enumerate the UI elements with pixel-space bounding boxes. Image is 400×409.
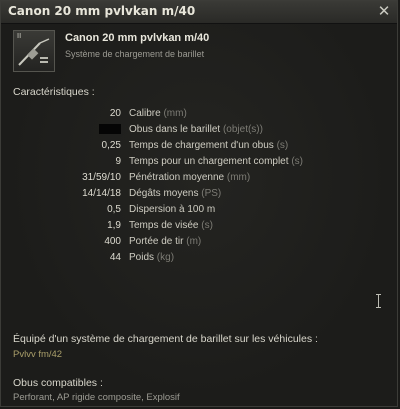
stat-label: Poids (kg) xyxy=(129,252,175,263)
stat-label: Dispersion à 100 m xyxy=(129,204,216,215)
stat-value: 400 xyxy=(104,236,121,247)
stat-row-damage: 14/14/18 Dégâts moyens (PS) xyxy=(1,188,397,204)
stat-row-calibre: 20 Calibre (mm) xyxy=(1,108,397,124)
stat-value: 0,25 xyxy=(101,140,121,151)
stat-value: 44 xyxy=(109,252,121,263)
redacted-value xyxy=(99,124,121,135)
stat-label: Temps de chargement d'un obus (s) xyxy=(129,140,289,151)
window-title: Canon 20 mm pvlvkan m/40 xyxy=(8,4,196,18)
title-bar[interactable]: Canon 20 mm pvlvkan m/40 ✕ xyxy=(1,1,397,24)
stat-row-aim-time: 1,9 Temps de visée (s) xyxy=(1,220,397,236)
stat-label: Obus dans le barillet (objet(s)) xyxy=(129,124,263,135)
vehicles-heading: Équipé d'un système de chargement de bar… xyxy=(13,333,318,345)
compatible-ammo-list: Perforant, AP rigide composite, Explosif xyxy=(13,392,180,403)
stat-label: Pénétration moyenne (mm) xyxy=(129,172,251,183)
gun-icon-graphic xyxy=(18,38,50,66)
stat-value: 1,9 xyxy=(107,220,121,231)
stat-row-dispersion: 0,5 Dispersion à 100 m xyxy=(1,204,397,220)
text-cursor-icon xyxy=(376,294,381,308)
module-tooltip-window: Canon 20 mm pvlvkan m/40 ✕ II Canon 20 m… xyxy=(0,0,398,407)
stat-value: 0,5 xyxy=(107,204,121,215)
close-icon[interactable]: ✕ xyxy=(376,2,392,20)
stat-label: Portée de tir (m) xyxy=(129,236,202,247)
vehicles-list: Pvlvv fm/42 xyxy=(13,349,63,360)
stat-row-full-reload: 9 Temps pour un chargement complet (s) xyxy=(1,156,397,172)
stat-row-shell-reload: 0,25 Temps de chargement d'un obus (s) xyxy=(1,140,397,156)
stat-row-range: 400 Portée de tir (m) xyxy=(1,236,397,252)
stat-label: Temps pour un chargement complet (s) xyxy=(129,156,303,167)
stat-label: Temps de visée (s) xyxy=(129,220,213,231)
stat-label: Calibre (mm) xyxy=(129,108,187,119)
stat-value: 20 xyxy=(109,108,121,119)
characteristics-list: 20 Calibre (mm) Obus dans le barillet (o… xyxy=(1,108,397,268)
stat-row-shells-in-drum: Obus dans le barillet (objet(s)) xyxy=(1,124,397,140)
module-name: Canon 20 mm pvlvkan m/40 xyxy=(65,32,210,44)
stat-row-weight: 44 Poids (kg) xyxy=(1,252,397,268)
characteristics-heading: Caractéristiques : xyxy=(13,86,95,98)
stat-value-redacted xyxy=(99,124,121,135)
module-type: Système de chargement de barillet xyxy=(65,49,205,59)
compatible-ammo-heading: Obus compatibles : xyxy=(13,377,103,389)
tooltip-content: II Canon 20 mm pvlvkan m/40 Système de c… xyxy=(1,24,397,406)
stat-value: 14/14/18 xyxy=(82,188,121,199)
gun-icon: II xyxy=(13,30,55,72)
stat-row-penetration: 31/59/10 Pénétration moyenne (mm) xyxy=(1,172,397,188)
stat-value: 9 xyxy=(115,156,121,167)
stat-label: Dégâts moyens (PS) xyxy=(129,188,222,199)
stat-value: 31/59/10 xyxy=(82,172,121,183)
